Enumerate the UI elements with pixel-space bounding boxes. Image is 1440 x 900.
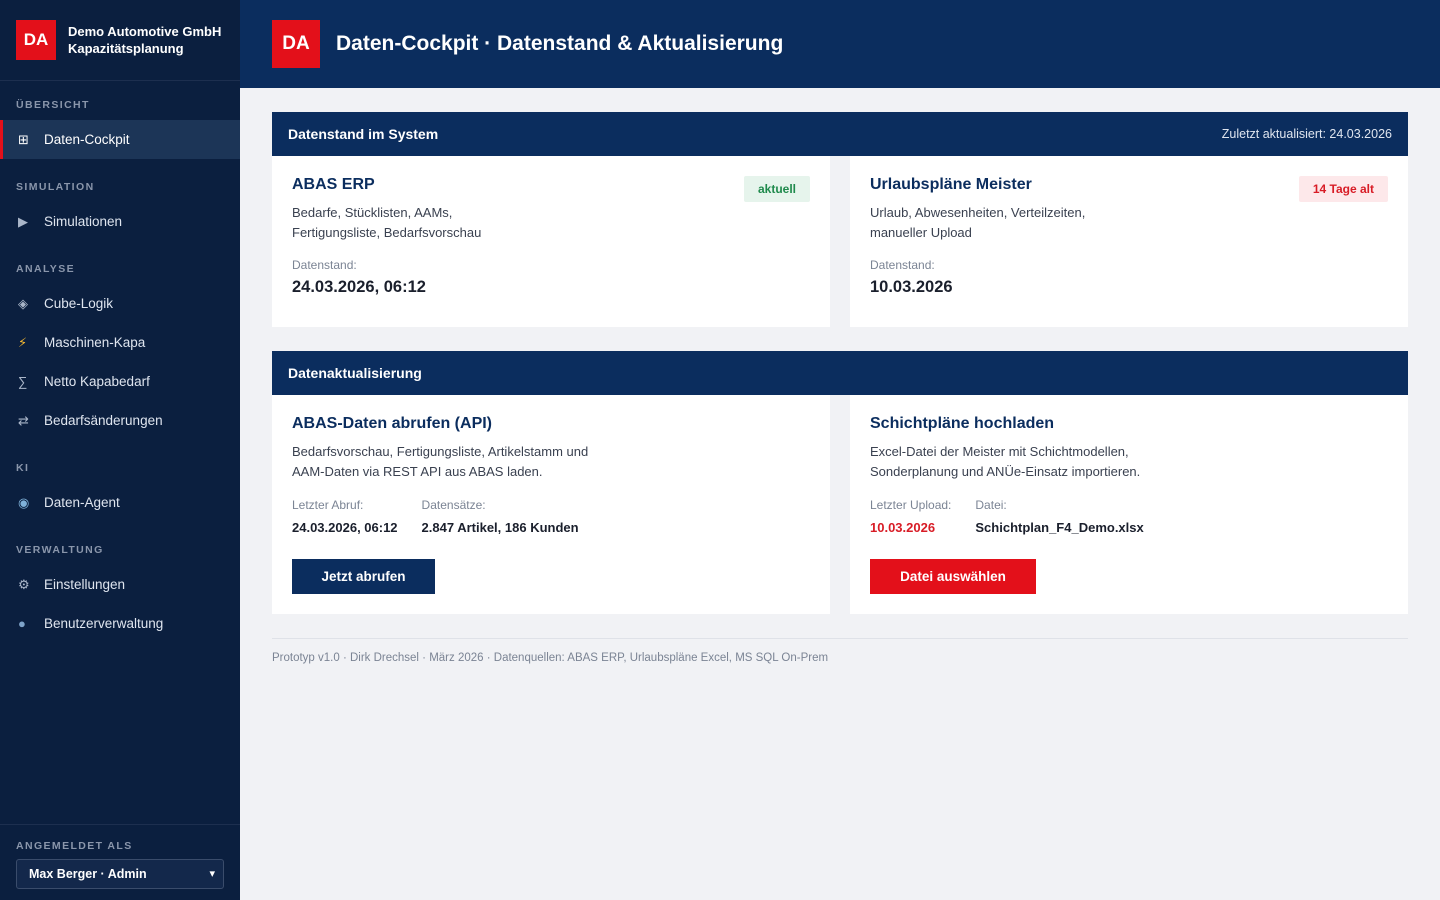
sidebar-brand: DA Demo Automotive GmbH Kapazitätsplanun…: [0, 0, 240, 81]
status-badge: aktuell: [743, 176, 810, 202]
header-logo: DA: [272, 20, 320, 68]
user-icon: ●: [18, 616, 26, 631]
section-analyse: ANALYSE: [16, 263, 76, 275]
sidebar-item-label: Einstellungen: [44, 577, 126, 592]
brand-logo: DA: [16, 20, 56, 60]
section-verwaltung: VERWALTUNG: [16, 544, 104, 556]
sidebar-item-label: Daten-Cockpit: [44, 132, 130, 147]
sidebar-item-label: Simulationen: [44, 214, 123, 229]
grid-icon: ⊞: [18, 131, 29, 147]
logged-in-label: ANGEMELDET ALS: [16, 840, 133, 852]
sidebar-item-bedarfsaenderungen[interactable]: ⇄ Bedarfsänderungen: [0, 401, 240, 440]
card-description: Bedarfsvorschau, Fertigungsliste, Artike…: [292, 444, 589, 479]
file-value: Schichtplan_F4_Demo.xlsx: [975, 520, 1144, 535]
sidebar-item-einstellungen[interactable]: ⚙ Einstellungen: [0, 565, 240, 604]
sidebar-item-label: Netto Kapabedarf: [44, 374, 150, 389]
section-ki: KI: [16, 462, 30, 474]
card-schichtplaene: Schichtpläne hochladen Excel-Datei der M…: [850, 395, 1408, 614]
section-uebersicht: ÜBERSICHT: [16, 99, 90, 111]
sidebar-item-label: Benutzerverwaltung: [44, 616, 164, 631]
status-badge: 14 Tage alt: [1298, 176, 1388, 202]
datenstand-label: Datenstand:: [292, 258, 357, 272]
records-label: Datensätze:: [421, 498, 486, 512]
sidebar-item-label: Maschinen-Kapa: [44, 335, 146, 350]
card-title: ABAS ERP: [292, 176, 375, 193]
card-description: Excel-Datei der Meister mit Schichtmodel…: [870, 444, 1141, 479]
chevron-down-icon: ▾: [209, 868, 215, 880]
card-abas-api: ABAS-Daten abrufen (API) Bedarfsvorschau…: [272, 395, 830, 614]
diamond-icon: ◈: [18, 295, 28, 311]
datenstand-value: 10.03.2026: [870, 278, 953, 296]
last-updated: Zuletzt aktualisiert: 24.03.2026: [1221, 127, 1392, 141]
sidebar-item-benutzerverwaltung[interactable]: ● Benutzerverwaltung: [0, 604, 240, 643]
sidebar-item-simulationen[interactable]: ▶ Simulationen: [0, 202, 240, 241]
brand-text: Demo Automotive GmbH Kapazitätsplanung: [68, 23, 221, 57]
datenstand-label: Datenstand:: [870, 258, 935, 272]
sigma-icon: ∑: [18, 374, 28, 389]
last-upload-label: Letzter Upload:: [870, 498, 952, 512]
sidebar-item-label: Daten-Agent: [44, 495, 120, 510]
sidebar-item-cube-logik[interactable]: ◈ Cube-Logik: [0, 284, 240, 323]
user-select[interactable]: Max Berger · Admin ▾: [16, 859, 224, 889]
sidebar-item-netto-kapabedarf[interactable]: ∑ Netto Kapabedarf: [0, 362, 240, 401]
card-description: Bedarfe, Stücklisten, AAMs, Fertigungsli…: [292, 205, 482, 240]
card-urlaubsplaene: Urlaubspläne Meister 14 Tage alt Urlaub,…: [850, 156, 1408, 327]
card-abas-erp: ABAS ERP aktuell Bedarfe, Stücklisten, A…: [272, 156, 830, 327]
card-title: Schichtpläne hochladen: [870, 415, 1055, 432]
lightning-icon: ⚡: [18, 334, 28, 350]
section-simulation: SIMULATION: [16, 181, 95, 193]
company-name: Demo Automotive GmbH: [68, 24, 222, 39]
robot-icon: ◉: [18, 494, 30, 510]
sidebar-item-daten-agent[interactable]: ◉ Daten-Agent: [0, 483, 240, 522]
last-fetch-value: 24.03.2026, 06:12: [292, 520, 398, 535]
select-file-button[interactable]: Datei auswählen: [870, 559, 1036, 594]
sidebar-item-label: Bedarfsänderungen: [44, 413, 163, 428]
page-title: Daten-Cockpit · Datenstand & Aktualisier…: [336, 32, 784, 55]
gear-icon: ⚙: [18, 576, 30, 592]
panel-aktualisierung-header: Datenaktualisierung: [272, 351, 1408, 395]
panel-datenstand-header: Datenstand im System Zuletzt aktualisier…: [272, 112, 1408, 156]
records-value: 2.847 Artikel, 186 Kunden: [421, 520, 579, 535]
user-select-value: Max Berger · Admin: [29, 867, 147, 881]
card-description: Urlaub, Abwesenheiten, Verteilzeiten, ma…: [870, 205, 1086, 240]
last-fetch-label: Letzter Abruf:: [292, 498, 364, 512]
swap-icon: ⇄: [18, 412, 29, 428]
sidebar-item-maschinen-kapa[interactable]: ⚡ Maschinen-Kapa: [0, 323, 240, 362]
page-header: DA Daten-Cockpit · Datenstand & Aktualis…: [240, 0, 1440, 88]
footer-text: Prototyp v1.0 · Dirk Drechsel · März 202…: [272, 652, 829, 664]
panel-title: Datenstand im System: [288, 126, 439, 142]
datenstand-value: 24.03.2026, 06:12: [292, 278, 426, 296]
sidebar-footer: ANGEMELDET ALS Max Berger · Admin ▾: [0, 824, 240, 900]
sidebar: DA Demo Automotive GmbH Kapazitätsplanun…: [0, 0, 240, 900]
footer-divider: [272, 638, 1408, 639]
card-meta: Letzter Upload: 10.03.2026 Datei: Schich…: [870, 498, 1388, 535]
last-upload-value: 10.03.2026: [870, 520, 936, 535]
panel-title: Datenaktualisierung: [288, 365, 422, 381]
sidebar-item-label: Cube-Logik: [44, 296, 114, 311]
card-meta: Letzter Abruf: 24.03.2026, 06:12 Datensä…: [292, 498, 810, 535]
play-icon: ▶: [18, 213, 28, 229]
card-title: ABAS-Daten abrufen (API): [292, 415, 493, 432]
fetch-now-button[interactable]: Jetzt abrufen: [292, 559, 435, 594]
app-name: Kapazitätsplanung: [68, 41, 184, 56]
sidebar-item-daten-cockpit[interactable]: ⊞ Daten-Cockpit: [0, 120, 240, 159]
file-label: Datei:: [975, 498, 1007, 512]
